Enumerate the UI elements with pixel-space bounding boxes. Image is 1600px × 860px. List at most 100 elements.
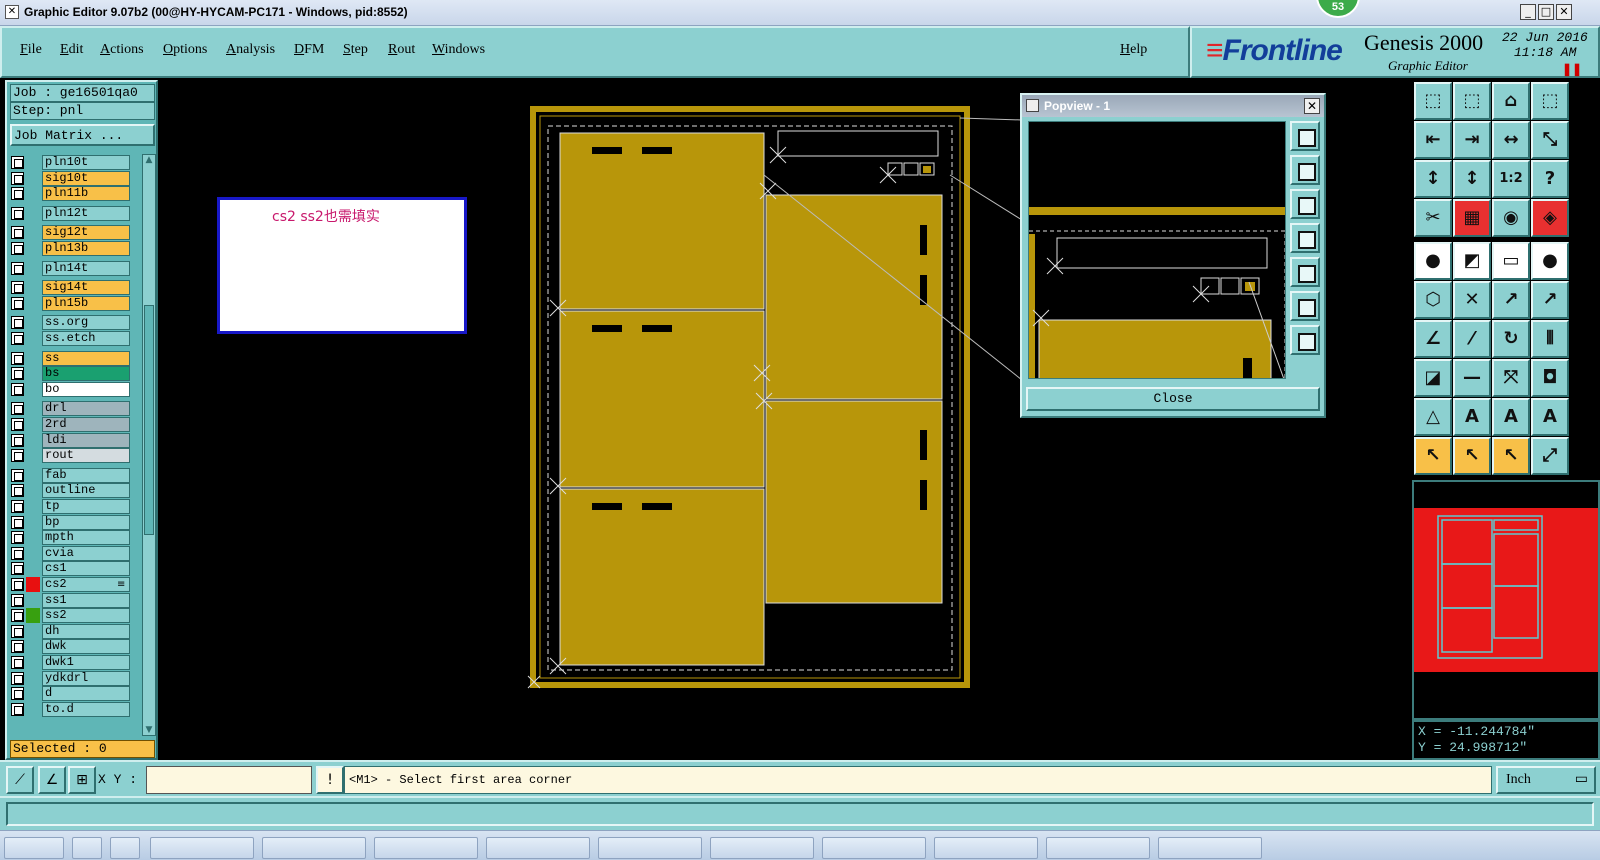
layer-color-swatch[interactable] xyxy=(26,225,40,240)
layer-row[interactable]: to.d xyxy=(11,701,130,717)
cross-tool-icon[interactable]: ✕ xyxy=(1453,281,1491,319)
layer-row[interactable]: bs xyxy=(11,366,130,382)
rotate-cw-tool-icon[interactable]: ↻ xyxy=(1492,320,1530,358)
layer-row[interactable]: fab xyxy=(11,467,130,483)
layer-checkbox[interactable] xyxy=(11,281,24,295)
contour-tool-icon[interactable]: ◪ xyxy=(1414,359,1452,397)
layer-up-tool-icon[interactable]: ⬚ xyxy=(1414,82,1452,120)
layer-color-swatch[interactable] xyxy=(26,417,40,432)
triangle-a-tool-icon[interactable]: △ xyxy=(1414,398,1452,436)
layer-color-swatch[interactable] xyxy=(26,483,40,498)
layer-color-swatch[interactable] xyxy=(26,530,40,545)
layer-checkbox[interactable] xyxy=(11,500,24,513)
layer-color-swatch[interactable] xyxy=(26,577,40,592)
layer-name[interactable]: dh xyxy=(42,623,130,639)
layer-row[interactable]: cs2 ≡ xyxy=(11,577,130,592)
layer-row[interactable]: drl xyxy=(11,401,130,417)
center-tool-icon[interactable]: ↕ xyxy=(1453,160,1491,198)
layer-name[interactable]: 2rd xyxy=(42,417,130,432)
layer-checkbox[interactable] xyxy=(11,156,24,169)
layer-name[interactable]: cs1 xyxy=(42,561,130,577)
layer-color-swatch[interactable] xyxy=(26,499,40,514)
layer-row[interactable]: 2rd xyxy=(11,417,130,432)
layer-name[interactable]: fab xyxy=(42,467,130,483)
unit-selector[interactable]: Inch ▭ xyxy=(1496,766,1596,794)
layer-checkbox[interactable] xyxy=(11,171,24,185)
menu-rout[interactable]: Rout xyxy=(388,42,415,58)
layer-row[interactable]: bo xyxy=(11,381,130,397)
layer-color-swatch[interactable] xyxy=(26,468,40,483)
layer-checkbox[interactable] xyxy=(11,593,24,607)
layer-name[interactable]: rout xyxy=(42,448,130,464)
menu-options[interactable]: Options xyxy=(163,42,207,58)
layer-row[interactable]: cs1 xyxy=(11,561,130,577)
layer-checkbox[interactable] xyxy=(11,468,24,482)
taskbar-item[interactable] xyxy=(1046,837,1150,859)
layer-checkbox[interactable] xyxy=(11,578,24,591)
layer-color-swatch[interactable] xyxy=(26,382,40,397)
notification-badge[interactable]: 53 xyxy=(1316,0,1360,18)
layer-checkbox[interactable] xyxy=(11,296,24,310)
layer-row[interactable]: sig10t xyxy=(11,170,130,186)
layer-name[interactable]: drl xyxy=(42,401,130,417)
layer-checkbox[interactable] xyxy=(11,687,24,701)
view-tool-icon[interactable]: ⬚ xyxy=(1531,82,1569,120)
taskbar-item[interactable] xyxy=(1158,837,1262,859)
group-tool-icon[interactable]: ◘ xyxy=(1531,359,1569,397)
layer-row[interactable]: pln11b xyxy=(11,186,130,202)
layer-color-swatch[interactable] xyxy=(26,280,40,295)
layer-name[interactable]: pln11b xyxy=(42,186,130,202)
connect-tool-icon[interactable]: ⬡ xyxy=(1414,281,1452,319)
text-c-tool-icon[interactable]: A xyxy=(1531,398,1569,436)
layer-name[interactable]: ydkdrl xyxy=(42,670,130,686)
taskbar-item[interactable] xyxy=(822,837,926,859)
layer-row[interactable]: tp xyxy=(11,499,130,514)
layer-checkbox[interactable] xyxy=(11,382,24,396)
rotate-tool-icon[interactable]: ⤡ xyxy=(1531,121,1569,159)
layer-name[interactable]: sig14t xyxy=(42,280,130,296)
alert-icon[interactable]: ! xyxy=(316,766,344,794)
layer-checkbox[interactable] xyxy=(11,351,24,365)
stretch-tool-icon[interactable]: ⤧ xyxy=(1492,359,1530,397)
taskbar-icon[interactable] xyxy=(110,837,140,859)
arrow-move-tool-icon[interactable]: ↗ xyxy=(1492,281,1530,319)
layer-checkbox[interactable] xyxy=(11,226,24,240)
layer-color-swatch[interactable] xyxy=(26,702,40,717)
layer-row[interactable]: dwk xyxy=(11,639,130,655)
menu-dfm[interactable]: DFM xyxy=(294,42,324,58)
layer-name[interactable]: pln12t xyxy=(42,205,130,221)
fill-tool-icon[interactable]: ◩ xyxy=(1453,242,1491,280)
layer-checkbox[interactable] xyxy=(11,546,24,560)
layer-color-swatch[interactable] xyxy=(26,206,40,221)
layer-row[interactable]: ss2 xyxy=(11,608,130,624)
grid-tool-icon[interactable]: ▦ xyxy=(1453,199,1491,237)
snap-tool-icon[interactable]: ◉ xyxy=(1492,199,1530,237)
layer-row[interactable]: pln15b xyxy=(11,295,130,311)
layer-name[interactable]: dwk xyxy=(42,639,130,655)
layer-name[interactable]: pln10t xyxy=(42,155,130,170)
layer-color-swatch[interactable] xyxy=(26,624,40,639)
layer-color-swatch[interactable] xyxy=(26,448,40,463)
menu-step[interactable]: Step xyxy=(343,42,368,58)
scroll-down-icon[interactable]: ▼ xyxy=(144,725,154,735)
layer-color-swatch[interactable] xyxy=(26,608,40,624)
maximize-button[interactable]: □ xyxy=(1538,4,1554,20)
layer-row[interactable]: d xyxy=(11,686,130,702)
taskbar-icon[interactable] xyxy=(72,837,102,859)
layer-row[interactable]: rout xyxy=(11,448,130,464)
layer-color-swatch[interactable] xyxy=(26,515,40,530)
popview-page-up-icon[interactable] xyxy=(1290,155,1320,185)
layer-color-swatch[interactable] xyxy=(26,401,40,416)
taskbar-item[interactable] xyxy=(150,837,254,859)
layer-row[interactable]: pln14t xyxy=(11,260,130,276)
popview-close-button[interactable]: Close xyxy=(1026,387,1320,411)
layer-name[interactable]: ldi xyxy=(42,432,130,448)
layer-name[interactable]: bp xyxy=(42,514,130,530)
layer-name[interactable]: ss.org xyxy=(42,315,130,331)
measure-angle-icon[interactable]: ∠ xyxy=(38,766,66,794)
fit-all-tool-icon[interactable]: ↕ xyxy=(1414,160,1452,198)
taskbar-item[interactable] xyxy=(710,837,814,859)
layer-name[interactable]: d xyxy=(42,686,130,702)
layer-color-swatch[interactable] xyxy=(26,351,40,366)
layer-row[interactable]: mpth xyxy=(11,530,130,546)
